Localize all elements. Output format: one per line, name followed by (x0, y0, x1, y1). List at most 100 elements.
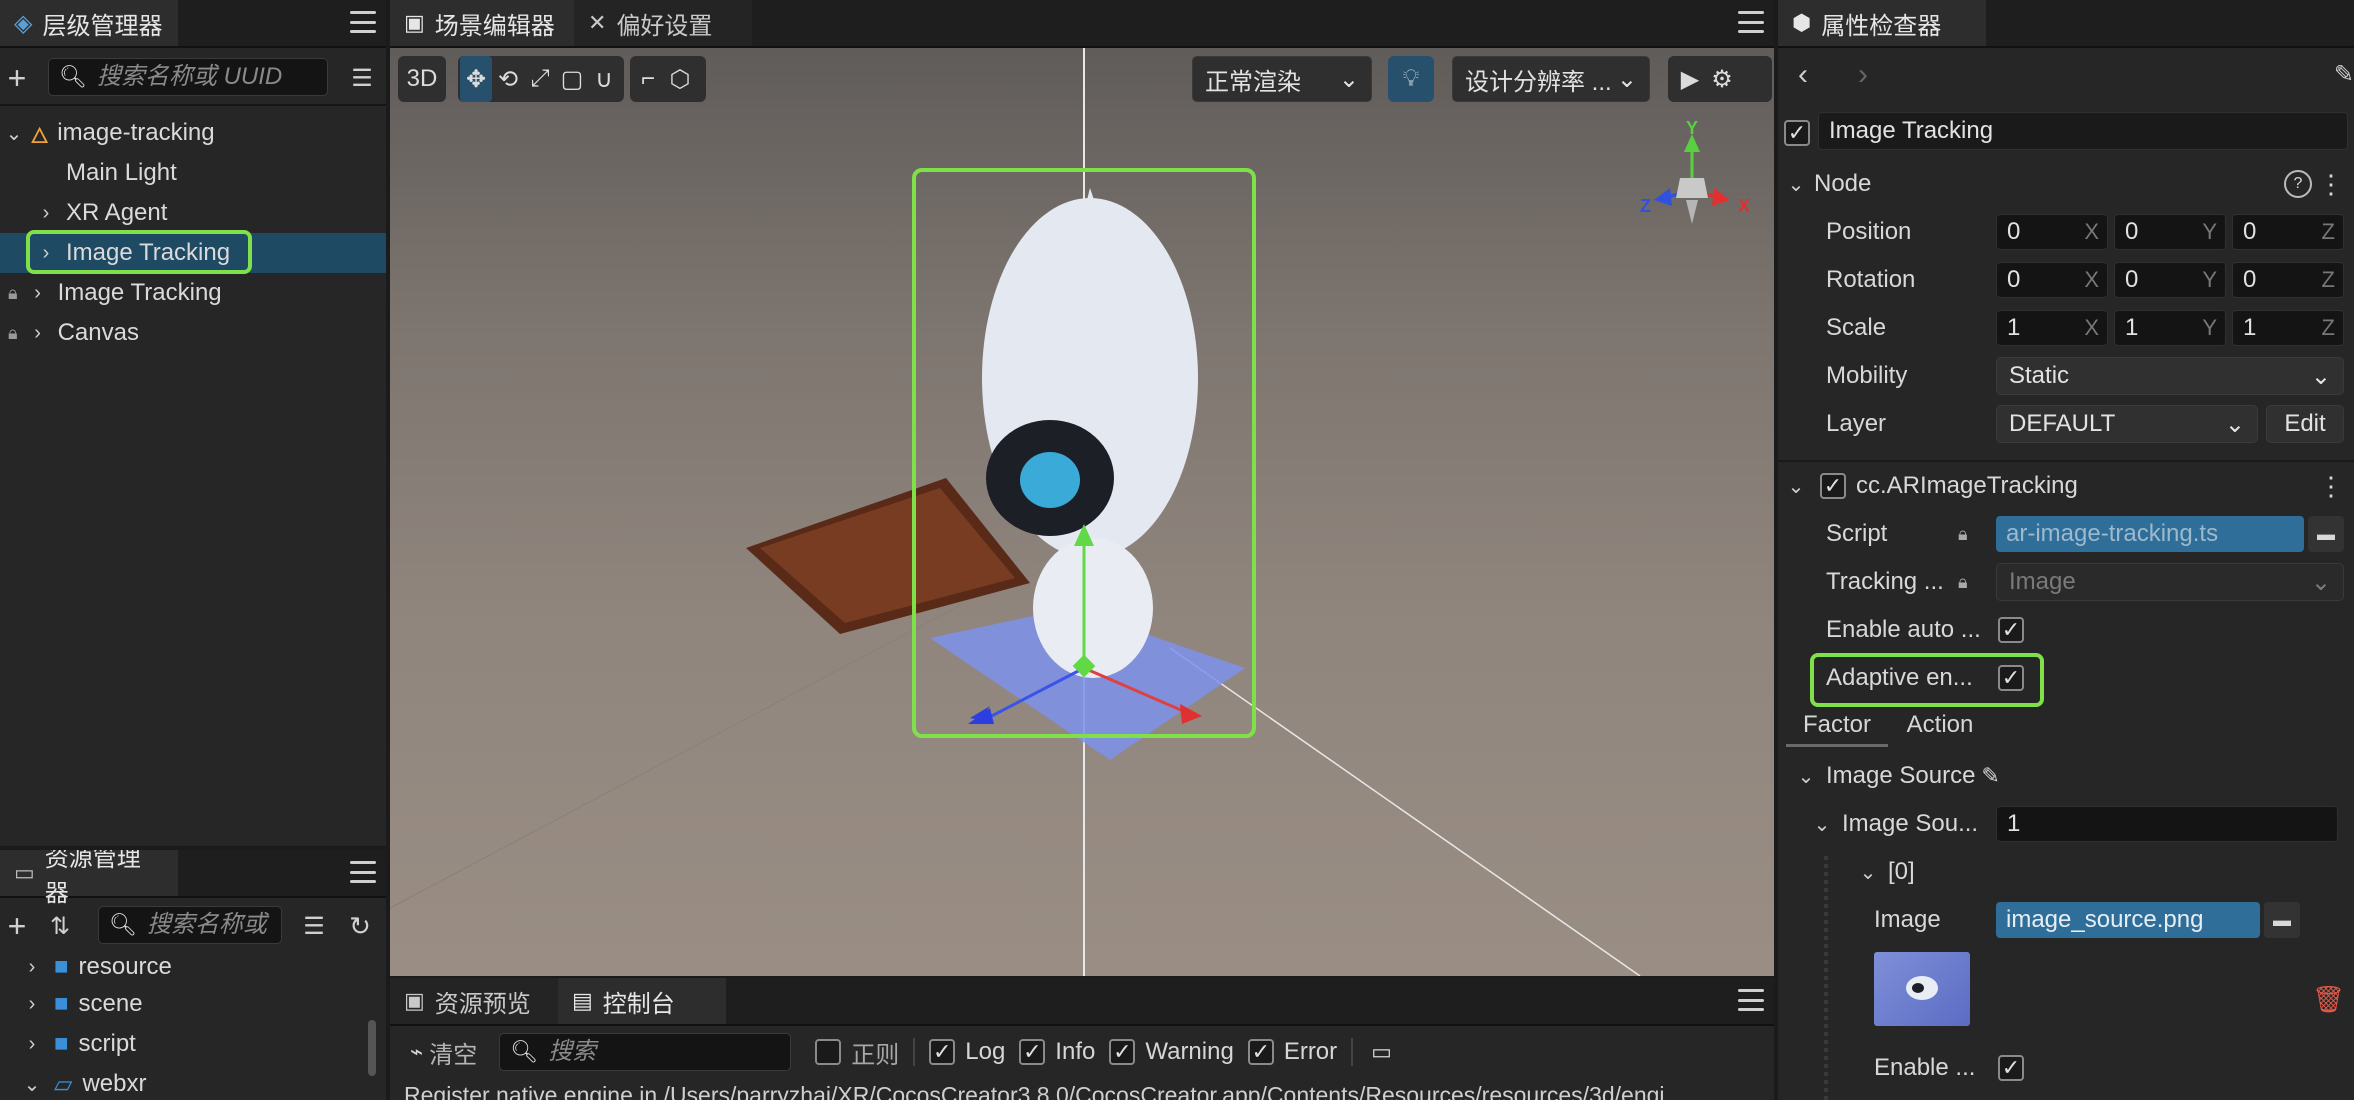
image-sou-count-input[interactable]: 1 (1996, 806, 2338, 842)
scene-viewport[interactable]: Y X Z 3D ✥ ⟲ ⤢ ▢ ∪ ⌐ ⬡ 正常渲染 ⌄ 💡︎ 设计分辨率 .… (390, 48, 1774, 976)
tab-preferences[interactable]: ✕ 偏好设置 (574, 0, 752, 46)
tab-assets[interactable]: ▭ 资源管理器 (0, 850, 178, 907)
chevron-right-icon[interactable]: › (36, 202, 56, 225)
hierarchy-menu-icon[interactable] (350, 11, 376, 33)
folder-script[interactable]: › ■ script (0, 1024, 386, 1064)
edit-external-icon[interactable]: ✎ (1981, 763, 1999, 789)
position-y-input[interactable]: 0Y (2114, 214, 2226, 250)
scale-tool-icon[interactable]: ⤢ (524, 56, 556, 102)
refresh-icon[interactable]: ↻ (342, 906, 378, 946)
log-file-icon[interactable]: ▭ (1371, 1039, 1392, 1065)
list-icon[interactable]: ☰ (296, 906, 332, 946)
tree-item-main-light[interactable]: Main Light (0, 153, 386, 193)
lock-icon[interactable]: 🔒︎ (8, 283, 18, 304)
chevron-right-icon[interactable]: › (28, 282, 48, 305)
image-thumbnail[interactable] (1874, 952, 1970, 1026)
tree-item-image-tracking-locked[interactable]: 🔒︎ › Image Tracking (0, 273, 386, 313)
node-active-checkbox[interactable]: ✓ (1784, 120, 1810, 146)
more-vertical-icon[interactable]: ⋮ (2318, 471, 2344, 502)
tab-scene-editor[interactable]: ▣ 场景编辑器 (390, 0, 598, 46)
folder-scene[interactable]: › ■ scene (0, 984, 386, 1024)
tree-item-canvas[interactable]: 🔒︎ › Canvas (0, 313, 386, 353)
folder-webxr[interactable]: ⌄ ▱ webxr (0, 1064, 386, 1100)
chevron-down-icon[interactable]: ⌄ (1786, 172, 1806, 197)
scale-y-input[interactable]: 1Y (2114, 310, 2226, 346)
mode-3d-button[interactable]: 3D (398, 56, 446, 102)
enable-auto-checkbox[interactable]: ✓ (1998, 617, 2024, 643)
node-name-input[interactable]: Image Tracking (1818, 112, 2348, 150)
pin-icon[interactable]: ✎ (2334, 60, 2354, 89)
error-checkbox[interactable]: ✓ (1247, 1039, 1274, 1065)
warning-checkbox[interactable]: ✓ (1109, 1039, 1136, 1065)
forward-arrow-icon[interactable]: › (1858, 58, 1868, 92)
tab-console[interactable]: ▤ 控制台 (558, 978, 726, 1024)
help-icon[interactable]: ? (2284, 170, 2312, 198)
chevron-right-icon[interactable]: › (22, 993, 42, 1016)
broom-icon[interactable]: ⌁ (410, 1039, 423, 1065)
script-asset-field[interactable]: ar-image-tracking.ts (1996, 516, 2304, 552)
add-node-icon[interactable]: + (2, 58, 32, 98)
tab-hierarchy[interactable]: ◈ 层级管理器 (0, 0, 178, 46)
tree-item-xr-agent[interactable]: › XR Agent (0, 193, 386, 233)
console-menu-icon[interactable] (1738, 989, 1764, 1011)
rotate-tool-icon[interactable]: ⟲ (492, 56, 524, 102)
pivot-icon[interactable]: ⌐ (632, 56, 664, 102)
render-mode-select[interactable]: 正常渲染 ⌄ (1192, 56, 1372, 102)
log-checkbox[interactable]: ✓ (929, 1039, 956, 1065)
node-section-header[interactable]: ⌄ Node ? ⋮ (1778, 160, 2354, 208)
mobility-select[interactable]: Static ⌄ (1996, 357, 2344, 395)
local-space-icon[interactable]: ⬡ (664, 56, 696, 102)
rect-tool-icon[interactable]: ▢ (556, 56, 588, 102)
scene-menu-icon[interactable] (1738, 11, 1764, 33)
position-z-input[interactable]: 0Z (2232, 214, 2344, 250)
hierarchy-search-input[interactable] (94, 62, 327, 92)
chevron-down-icon[interactable]: ⌄ (1812, 812, 1832, 837)
tab-asset-preview[interactable]: ▣ 资源预览 (390, 978, 582, 1024)
back-arrow-icon[interactable]: ‹ (1798, 58, 1808, 92)
more-vertical-icon[interactable]: ⋮ (2318, 169, 2344, 200)
trash-icon[interactable]: 🗑︎ (2312, 984, 2345, 1015)
enable-checkbox[interactable]: ✓ (1998, 1055, 2024, 1081)
assets-search-input[interactable] (144, 910, 281, 940)
regex-checkbox[interactable] (815, 1039, 842, 1065)
rotation-x-input[interactable]: 0X (1996, 262, 2108, 298)
asset-picker-icon[interactable]: ▬ (2264, 902, 2300, 938)
chevron-down-icon[interactable]: ⌄ (1786, 474, 1806, 499)
snap-tool-icon[interactable]: ∪ (588, 56, 620, 102)
chevron-right-icon[interactable]: › (22, 956, 42, 979)
chevron-right-icon[interactable]: › (22, 1033, 42, 1056)
lock-icon[interactable]: 🔒︎ (8, 323, 18, 344)
tab-inspector[interactable]: ⬢ 属性检查器 (1778, 0, 1986, 46)
clear-button[interactable]: 清空 (429, 1035, 477, 1070)
lighting-toggle-button[interactable]: 💡︎ (1388, 56, 1434, 102)
component-header[interactable]: ⌄ ✓ cc.ARImageTracking ⋮ (1778, 462, 2354, 510)
position-x-input[interactable]: 0X (1996, 214, 2108, 250)
tab-action[interactable]: Action (1890, 706, 1990, 744)
image-source-header[interactable]: ⌄ Image Source ✎ (1778, 752, 2354, 800)
layer-edit-button[interactable]: Edit (2266, 405, 2344, 443)
array-index-row[interactable]: ⌄ [0] (1778, 848, 2354, 896)
chevron-down-icon[interactable]: ⌄ (1796, 764, 1816, 789)
assets-scrollbar[interactable] (368, 1020, 376, 1076)
settings-gear-icon[interactable]: ⚙ (1706, 56, 1738, 102)
folder-resource[interactable]: › ■ resource (0, 952, 386, 982)
tracking-select[interactable]: Image ⌄ (1996, 563, 2344, 601)
chevron-right-icon[interactable]: › (28, 322, 48, 345)
console-search[interactable]: 🔍︎ (499, 1033, 792, 1071)
tab-factor[interactable]: Factor (1786, 706, 1888, 747)
info-checkbox[interactable]: ✓ (1019, 1039, 1046, 1065)
console-search-input[interactable] (546, 1037, 791, 1067)
chevron-down-icon[interactable]: ⌄ (22, 1072, 42, 1097)
hierarchy-search[interactable]: 🔍︎ (48, 58, 328, 96)
sort-icon[interactable]: ⇅ (42, 906, 78, 946)
add-asset-icon[interactable]: + (2, 906, 32, 946)
camera-icon[interactable]: ▶︎ (1674, 56, 1706, 102)
scale-z-input[interactable]: 1Z (2232, 310, 2344, 346)
asset-picker-icon[interactable]: ▬ (2308, 516, 2344, 552)
sort-list-icon[interactable]: ☰ (344, 58, 380, 98)
resolution-select[interactable]: 设计分辨率 ... ⌄ (1452, 56, 1650, 102)
image-asset-field[interactable]: image_source.png (1996, 902, 2260, 938)
rotation-z-input[interactable]: 0Z (2232, 262, 2344, 298)
rotation-y-input[interactable]: 0Y (2114, 262, 2226, 298)
chevron-down-icon[interactable]: ⌄ (4, 121, 24, 146)
